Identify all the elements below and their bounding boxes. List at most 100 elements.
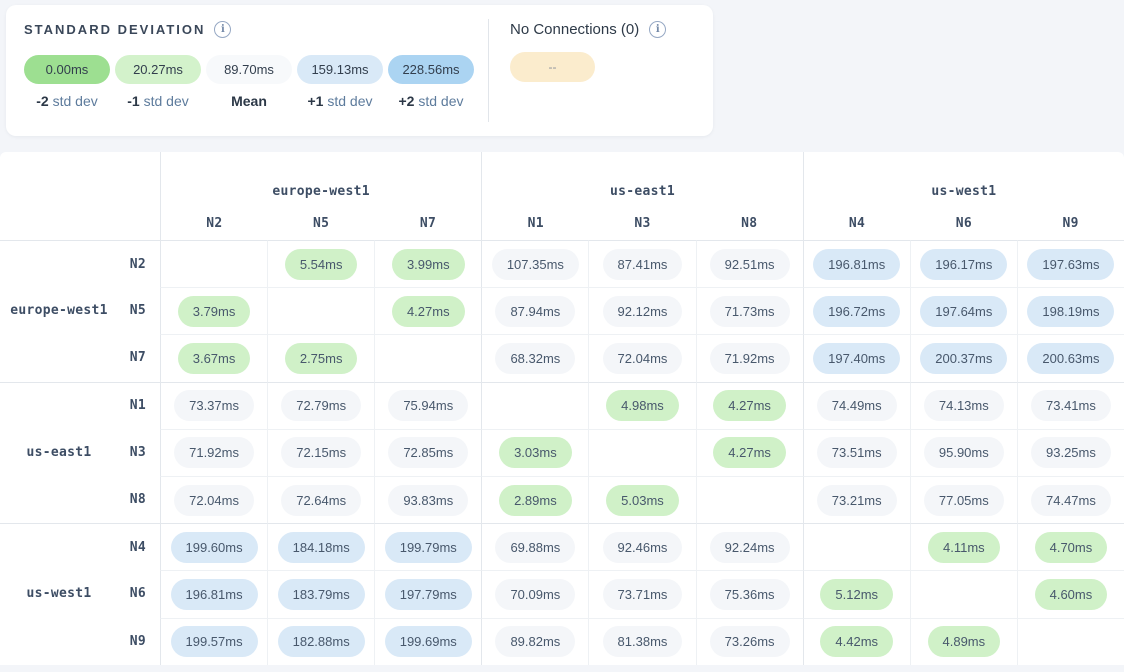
latency-cell: 3.03ms — [481, 429, 588, 476]
latency-cell: 92.12ms — [588, 287, 695, 334]
latency-pill: 4.27ms — [713, 390, 786, 421]
latency-cell: 4.27ms — [696, 429, 803, 476]
latency-pill: 92.12ms — [603, 296, 683, 327]
latency-cell: 73.21ms — [803, 476, 910, 523]
latency-pill: 3.99ms — [392, 249, 465, 280]
std-deviation-title: STANDARD DEVIATION — [24, 22, 205, 37]
latency-pill: 199.69ms — [385, 626, 472, 657]
std-deviation-section: STANDARD DEVIATION i 0.00ms-2 std dev20.… — [24, 21, 474, 109]
latency-cell: 74.13ms — [910, 382, 1017, 429]
latency-cell: 72.79ms — [267, 382, 374, 429]
latency-cell: 4.89ms — [910, 618, 1017, 665]
latency-pill: 107.35ms — [492, 249, 579, 280]
latency-cell: 4.11ms — [910, 523, 1017, 570]
latency-cell — [803, 523, 910, 570]
latency-pill: 4.42ms — [820, 626, 893, 657]
latency-pill: 95.90ms — [924, 437, 1004, 468]
latency-cell — [267, 287, 374, 334]
row-node-name: N8 — [118, 492, 160, 507]
latency-pill: 5.03ms — [606, 485, 679, 516]
latency-pill: 197.64ms — [920, 296, 1007, 327]
latency-cell: 93.25ms — [1017, 429, 1124, 476]
latency-cell: 73.26ms — [696, 618, 803, 665]
row-header: N2 — [0, 240, 160, 287]
latency-cell — [1017, 618, 1124, 665]
node-column-header: N5 — [268, 216, 375, 231]
node-column-headers: N2N5N7 — [161, 216, 481, 231]
latency-pill: 4.98ms — [606, 390, 679, 421]
info-icon[interactable]: i — [214, 21, 231, 38]
latency-cell: 196.81ms — [803, 240, 910, 287]
latency-cell: 5.03ms — [588, 476, 695, 523]
latency-cell: 196.81ms — [160, 570, 267, 617]
row-header: us-west1N6 — [0, 570, 160, 617]
latency-cell: 87.94ms — [481, 287, 588, 334]
latency-pill: 93.25ms — [1031, 437, 1111, 468]
std-legend-pill: 0.00ms — [24, 55, 110, 84]
latency-pill: 74.49ms — [817, 390, 897, 421]
latency-pill: 200.37ms — [920, 343, 1007, 374]
node-column-headers: N1N3N8 — [482, 216, 802, 231]
latency-pill: 72.64ms — [281, 485, 361, 516]
latency-pill: 199.60ms — [171, 532, 258, 563]
latency-cell: 107.35ms — [481, 240, 588, 287]
region-name: us-east1 — [482, 184, 802, 199]
node-column-headers: N4N6N9 — [804, 216, 1124, 231]
latency-cell: 3.79ms — [160, 287, 267, 334]
latency-cell — [160, 240, 267, 287]
info-icon[interactable]: i — [649, 21, 666, 38]
latency-cell: 4.70ms — [1017, 523, 1124, 570]
latency-pill: 73.26ms — [710, 626, 790, 657]
latency-pill: 69.88ms — [495, 532, 575, 563]
row-region-name: us-west1 — [0, 586, 118, 601]
latency-matrix: europe-west1N2N5N7us-east1 N1N3N8 us-west1… — [0, 152, 1124, 665]
latency-cell: 197.79ms — [374, 570, 481, 617]
latency-cell: 72.64ms — [267, 476, 374, 523]
region-column-header: europe-west1N2N5N7 — [160, 152, 481, 240]
latency-pill: 4.60ms — [1035, 579, 1108, 610]
latency-cell: 68.32ms — [481, 334, 588, 381]
latency-cell: 4.42ms — [803, 618, 910, 665]
std-legend-item: 89.70msMean — [206, 55, 292, 109]
row-node-name: N6 — [118, 586, 160, 601]
latency-cell: 92.24ms — [696, 523, 803, 570]
latency-cell: 197.63ms — [1017, 240, 1124, 287]
latency-pill: 92.46ms — [603, 532, 683, 563]
latency-pill: 199.57ms — [171, 626, 258, 657]
std-legend-pill: 159.13ms — [297, 55, 383, 84]
latency-cell: 73.71ms — [588, 570, 695, 617]
latency-cell: 89.82ms — [481, 618, 588, 665]
latency-cell: 73.37ms — [160, 382, 267, 429]
std-legend-label: Mean — [231, 93, 267, 109]
row-node-name: N3 — [118, 445, 160, 460]
row-node-name: N5 — [118, 303, 160, 318]
latency-pill: 89.82ms — [495, 626, 575, 657]
latency-pill: 73.37ms — [174, 390, 254, 421]
latency-pill: 87.41ms — [603, 249, 683, 280]
latency-cell: 87.41ms — [588, 240, 695, 287]
latency-cell: 74.49ms — [803, 382, 910, 429]
latency-pill: 3.79ms — [178, 296, 251, 327]
latency-pill: 71.73ms — [710, 296, 790, 327]
latency-cell: 4.27ms — [374, 287, 481, 334]
latency-cell: 184.18ms — [267, 523, 374, 570]
latency-cell: 4.60ms — [1017, 570, 1124, 617]
latency-cell: 69.88ms — [481, 523, 588, 570]
latency-pill: 4.70ms — [1035, 532, 1108, 563]
latency-pill: 3.67ms — [178, 343, 251, 374]
row-node-name: N2 — [118, 257, 160, 272]
latency-pill: 198.19ms — [1027, 296, 1114, 327]
no-connections-pill: -- — [510, 52, 595, 82]
latency-pill: 196.81ms — [813, 249, 900, 280]
latency-pill: 73.21ms — [817, 485, 897, 516]
latency-pill: 184.18ms — [278, 532, 365, 563]
latency-pill: 70.09ms — [495, 579, 575, 610]
card-divider — [488, 19, 489, 122]
std-legend-pill: 20.27ms — [115, 55, 201, 84]
latency-cell: 77.05ms — [910, 476, 1017, 523]
latency-pill: 75.94ms — [388, 390, 468, 421]
latency-pill: 93.83ms — [388, 485, 468, 516]
std-legend-item: 228.56ms+2 std dev — [388, 55, 474, 109]
latency-cell: 199.60ms — [160, 523, 267, 570]
latency-cell — [374, 334, 481, 381]
